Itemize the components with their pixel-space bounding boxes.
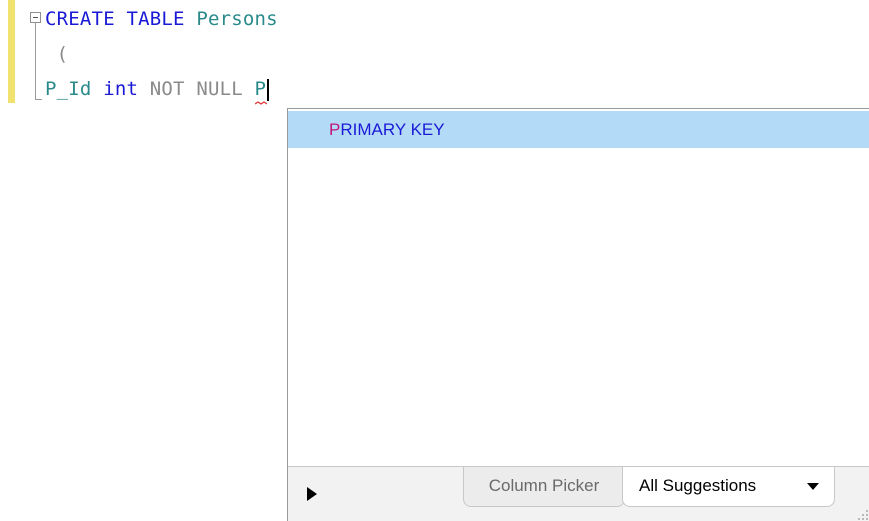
suggestion-item[interactable]: PRIMARY KEY [288, 111, 869, 148]
keyword-table: TABLE [126, 8, 185, 30]
collapse-icon[interactable] [30, 12, 41, 23]
code-line-1: CREATE TABLE Persons [45, 6, 278, 32]
play-icon[interactable] [307, 487, 317, 501]
suggestion-label: RIMARY KEY [340, 120, 445, 139]
fold-guide [35, 23, 36, 100]
code-line-2: ( [45, 41, 68, 67]
typed-text: P [254, 78, 267, 105]
fold-guide-end [35, 99, 42, 100]
column-name: P_Id [45, 78, 92, 100]
code-line-3: P_Id int NOT NULL P [45, 76, 270, 105]
typed-char: P [254, 78, 267, 100]
tab-column-picker[interactable]: Column Picker [463, 467, 625, 507]
open-paren: ( [56, 43, 69, 65]
dropdown-arrow-icon[interactable] [807, 483, 819, 490]
text-caret [267, 78, 270, 101]
change-marker [8, 0, 15, 103]
error-squiggle [254, 101, 267, 105]
null-constraint: NOT NULL [149, 78, 243, 100]
table-name: Persons [196, 8, 278, 30]
tab-all-suggestions[interactable]: All Suggestions [622, 467, 835, 507]
tab-all-suggestions-label: All Suggestions [639, 476, 757, 495]
popup-tab-bar: Column Picker All Suggestions [288, 466, 869, 521]
tab-column-picker-label: Column Picker [488, 476, 600, 495]
resize-grip-icon[interactable] [856, 508, 868, 520]
suggestion-match: P [329, 120, 341, 139]
keyword-create: CREATE [45, 8, 115, 30]
column-type: int [103, 78, 139, 100]
completion-popup[interactable]: PRIMARY KEY Column Picker All Suggestion… [287, 108, 869, 521]
